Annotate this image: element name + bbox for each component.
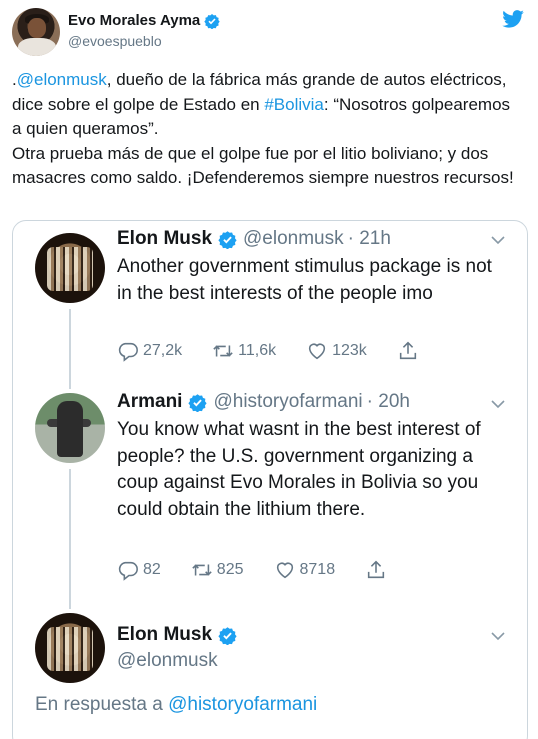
verified-badge-icon (204, 13, 220, 29)
author-display-name[interactable]: Evo Morales Ayma (68, 12, 200, 29)
tweet-embed: Evo Morales Ayma @evoespueblo .@elonmusk… (0, 0, 538, 739)
retweet-button[interactable]: 825 (191, 559, 244, 581)
quoted-handle-row[interactable]: @elonmusk (117, 650, 218, 672)
verified-badge-icon (218, 230, 237, 249)
reply-count: 27,2k (143, 342, 183, 359)
quoted-thread-card[interactable]: Elon Musk @elonmusk · 21h Another govern… (12, 220, 528, 739)
reply-button[interactable]: 82 (117, 559, 161, 581)
retweet-count: 825 (216, 561, 244, 578)
quoted-tweet-text: Another government stimulus package is n… (117, 256, 492, 304)
quoted-avatar-armani[interactable] (35, 393, 105, 463)
quoted-handle[interactable]: @elonmusk (243, 228, 344, 250)
thread-connector (69, 309, 71, 389)
quoted-avatar-elon[interactable] (35, 613, 105, 683)
reply-icon (118, 342, 138, 362)
quoted-display-name[interactable]: Elon Musk (117, 624, 212, 646)
mention-link[interactable]: @elonmusk (17, 70, 107, 89)
retweet-icon (213, 345, 233, 357)
reply-to-link[interactable]: @historyofarmani (168, 694, 317, 715)
quoted-name-row[interactable]: Armani @historyofarmani · 20h (117, 391, 410, 413)
verified-badge-icon (218, 626, 237, 645)
like-button[interactable]: 8718 (274, 559, 336, 581)
quoted-timestamp[interactable]: · 21h (348, 228, 391, 250)
reply-icon (118, 561, 138, 581)
share-button[interactable] (365, 559, 391, 581)
twitter-bird-icon[interactable] (502, 10, 524, 28)
heart-icon (276, 562, 293, 579)
quoted-handle[interactable]: @historyofarmani (213, 391, 362, 413)
chevron-down-icon[interactable] (491, 631, 505, 641)
author-name-row[interactable]: Evo Morales Ayma (68, 12, 220, 29)
hashtag-link[interactable]: #Bolivia (264, 95, 324, 114)
like-button[interactable]: 123k (306, 340, 367, 362)
tweet-text: .@elonmusk, dueño de la fábrica más gran… (12, 68, 522, 191)
reply-count: 82 (143, 561, 161, 578)
like-count: 8718 (299, 561, 336, 578)
author-avatar[interactable] (12, 8, 60, 56)
thread-connector (69, 469, 71, 609)
share-icon (367, 560, 385, 579)
share-button[interactable] (397, 340, 423, 362)
verified-badge-icon (188, 393, 208, 412)
quoted-name-row[interactable]: Elon Musk (117, 624, 243, 646)
reply-button[interactable]: 27,2k (117, 340, 182, 362)
retweet-button[interactable]: 11,6k (212, 340, 276, 362)
quoted-action-bar: 82 825 8718 (117, 559, 421, 581)
retweet-count: 11,6k (238, 342, 277, 359)
heart-icon (308, 343, 326, 360)
quoted-name-row[interactable]: Elon Musk @elonmusk · 21h (117, 228, 391, 250)
chevron-down-icon[interactable] (491, 235, 505, 245)
reply-prefix: En respuesta a (35, 694, 169, 715)
share-icon (399, 341, 416, 360)
quoted-action-bar: 27,2k 11,6k 123k (117, 340, 453, 362)
quoted-display-name[interactable]: Armani (117, 391, 182, 413)
quoted-tweet-text: You know what wasnt in the best interest… (117, 419, 481, 520)
quoted-display-name[interactable]: Elon Musk (117, 228, 212, 250)
quoted-avatar-elon[interactable] (35, 233, 105, 303)
reply-context: En respuesta a @historyofarmani (35, 694, 317, 716)
retweet-icon (192, 564, 212, 576)
like-count: 123k (332, 342, 367, 359)
quoted-timestamp[interactable]: · 20h (367, 391, 410, 413)
text-part-3: Otra prueba más de que el golpe fue por … (12, 143, 514, 188)
quoted-handle[interactable]: @elonmusk (117, 650, 218, 672)
author-handle[interactable]: @evoespueblo (68, 33, 162, 49)
chevron-down-icon[interactable] (491, 399, 505, 409)
